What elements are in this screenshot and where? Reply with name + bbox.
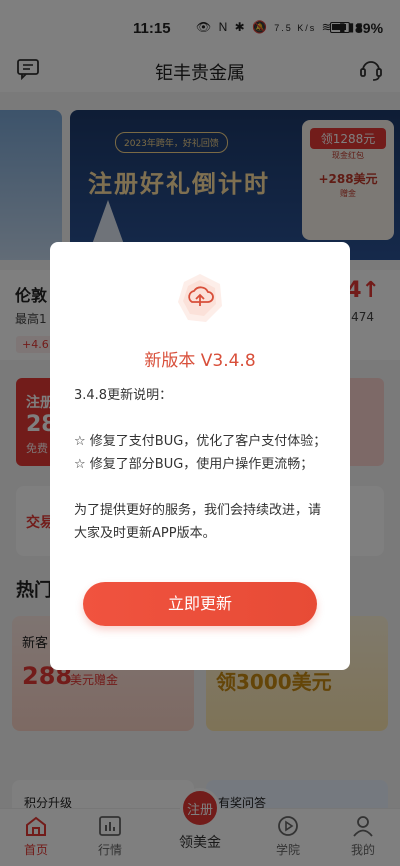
update-notes: 3.4.8更新说明： ☆ 修复了支付BUG，优化了客户支付体验； ☆ 修复了部分… (74, 384, 330, 545)
update-now-button[interactable]: 立即更新 (83, 582, 317, 626)
notes-item-1: ☆ 修复了支付BUG，优化了客户支付体验； (74, 434, 327, 449)
notes-outro: 为了提供更好的服务，我们会持续改进，请大家及时更新APP版本。 (74, 503, 322, 541)
notes-heading: 3.4.8更新说明： (74, 388, 173, 403)
update-dialog: 新版本 V3.4.8 3.4.8更新说明： ☆ 修复了支付BUG，优化了客户支付… (50, 242, 350, 670)
update-title: 新版本 V3.4.8 (144, 351, 256, 371)
notes-item-2: ☆ 修复了部分BUG，使用户操作更流畅； (74, 457, 314, 472)
cloud-upload-icon (178, 274, 222, 322)
